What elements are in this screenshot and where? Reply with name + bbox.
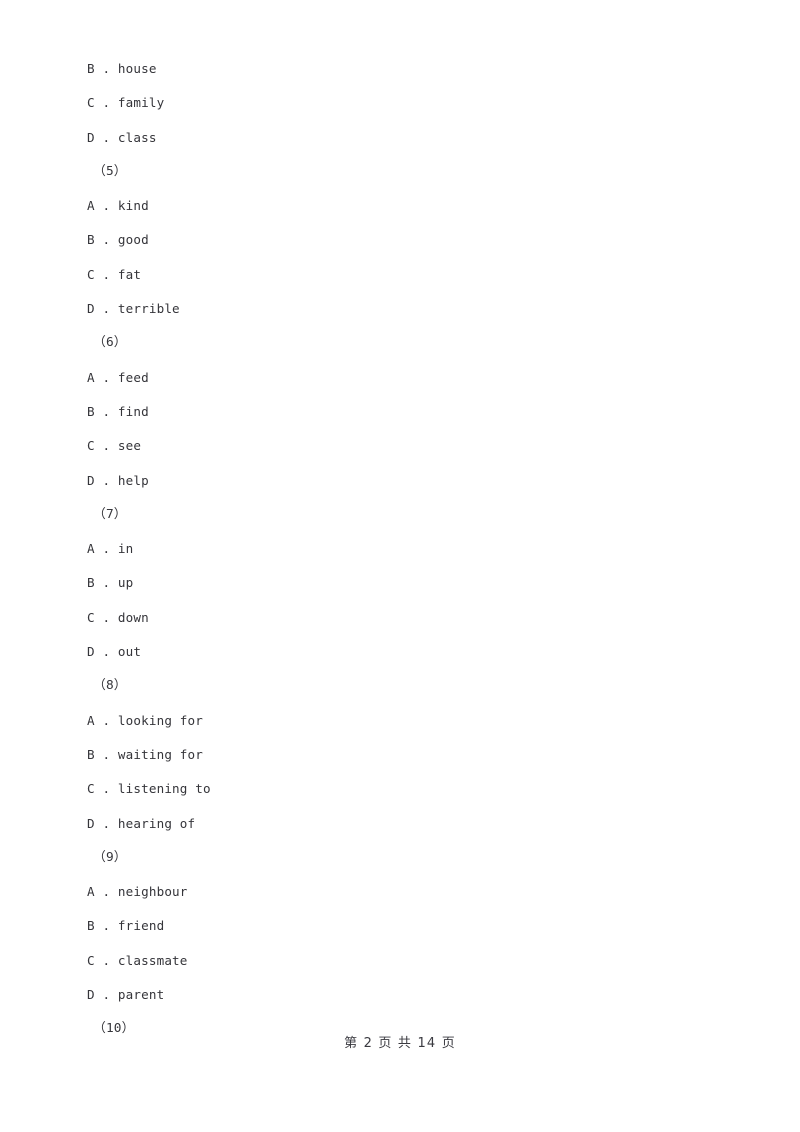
answer-option: D . hearing of bbox=[87, 815, 196, 831]
answer-option: B . up bbox=[87, 575, 134, 591]
answer-option: D . parent bbox=[87, 987, 165, 1003]
answer-option: C . listening to bbox=[87, 781, 211, 797]
answer-option: A . feed bbox=[87, 369, 149, 385]
question-options-list: B . house C . family D . class （5） A . kind B… bbox=[87, 52, 747, 1047]
answer-option: D . out bbox=[87, 644, 142, 660]
answer-option: B . waiting for bbox=[87, 746, 203, 762]
answer-option: D . terrible bbox=[87, 301, 180, 317]
answer-option: B . find bbox=[87, 403, 149, 419]
question-number: （9） bbox=[93, 849, 127, 865]
answer-option: B . friend bbox=[87, 918, 165, 934]
answer-option: A . looking for bbox=[87, 712, 203, 728]
answer-option: A . kind bbox=[87, 198, 149, 214]
question-number: （7） bbox=[93, 506, 127, 522]
question-number: （8） bbox=[93, 678, 127, 694]
question-number: （5） bbox=[93, 163, 127, 179]
answer-option: C . classmate bbox=[87, 952, 188, 968]
answer-option: B . good bbox=[87, 232, 149, 248]
answer-option: D . help bbox=[87, 472, 149, 488]
answer-option: C . see bbox=[87, 438, 142, 454]
answer-option: C . fat bbox=[87, 266, 142, 282]
page-number-footer: 第 2 页 共 14 页 bbox=[344, 1036, 456, 1051]
answer-option: C . down bbox=[87, 609, 149, 625]
answer-option: B . house bbox=[87, 61, 157, 76]
document-page: B . house C . family D . class （5） A . kind B… bbox=[0, 0, 800, 1132]
answer-option: A . neighbour bbox=[87, 884, 188, 900]
answer-option: D . class bbox=[87, 129, 157, 145]
answer-option: C . family bbox=[87, 95, 165, 111]
answer-option: A . in bbox=[87, 541, 134, 557]
question-number: （6） bbox=[93, 335, 127, 351]
